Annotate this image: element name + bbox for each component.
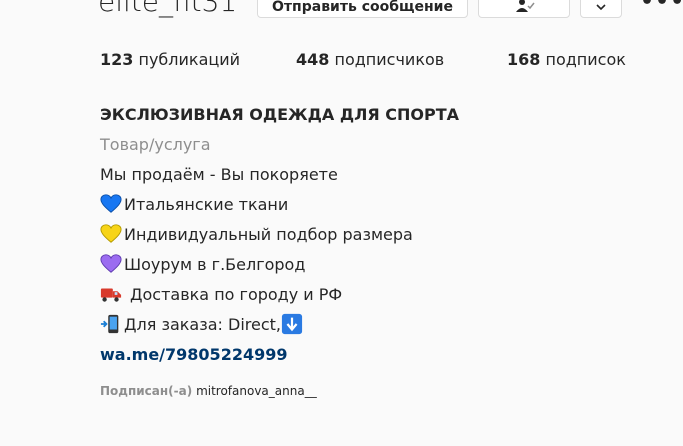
bio-link-line: wa.me/79805224999 — [100, 340, 660, 370]
bio-line-delivery: Доставка по городу и РФ — [100, 280, 660, 310]
dropdown-button[interactable] — [580, 0, 622, 18]
following-label: подписок — [540, 50, 626, 69]
profile-bio: ЭКСЛЮЗИВНАЯ ОДЕЖДА ДЛЯ СПОРТА Товар/услу… — [100, 100, 660, 370]
bio-line-order: Для заказа: Direct, — [100, 310, 660, 340]
following-stat[interactable]: 168 подписок — [507, 50, 626, 69]
bio-category: Товар/услуга — [100, 135, 211, 154]
bio-line-sizing-text: Индивидуальный подбор размера — [124, 225, 413, 244]
bio-line-sizing: Индивидуальный подбор размера — [100, 220, 660, 250]
mobile-phone-arrow-icon — [100, 314, 119, 334]
blue-heart-icon — [100, 194, 122, 213]
chevron-down-icon — [596, 1, 606, 16]
purple-heart-icon — [100, 254, 122, 273]
posts-count: 123 — [100, 50, 134, 69]
person-check-icon — [513, 0, 535, 16]
followers-label: подписчиков — [329, 50, 445, 69]
bio-name: ЭКСЛЮЗИВНАЯ ОДЕЖДА ДЛЯ СПОРТА — [100, 105, 460, 124]
down-arrow-icon — [281, 313, 303, 335]
followers-count: 448 — [296, 50, 330, 69]
bio-slogan: Мы продаём - Вы покоряете — [100, 165, 338, 184]
bio-line-order-text: Для заказа: Direct, — [124, 315, 281, 334]
posts-stat[interactable]: 123 публикаций — [100, 50, 240, 69]
followers-stat[interactable]: 448 подписчиков — [296, 50, 444, 69]
bio-website-link[interactable]: wa.me/79805224999 — [100, 345, 287, 364]
yellow-heart-icon — [100, 224, 122, 243]
send-message-button[interactable]: Отправить сообщение — [257, 0, 468, 18]
delivery-truck-icon — [100, 288, 122, 302]
bio-line-showroom: Шоурум в г.Белгород — [100, 250, 660, 280]
followed-by-label: Подписан(-а) — [100, 384, 193, 398]
bio-line-fabrics-text: Итальянские ткани — [124, 195, 289, 214]
following-count: 168 — [507, 50, 541, 69]
followed-by-user[interactable]: mitrofanova_anna__ — [196, 384, 317, 398]
profile-header: elite_fit31 Отправить сообщение ••• — [0, 0, 683, 22]
profile-stats: 123 публикаций 448 подписчиков 168 подпи… — [100, 50, 660, 74]
profile-username: elite_fit31 — [98, 0, 238, 18]
bio-line-fabrics: Итальянские ткани — [100, 190, 660, 220]
more-options-icon[interactable]: ••• — [640, 0, 683, 14]
posts-label: публикаций — [133, 50, 241, 69]
bio-line-showroom-text: Шоурум в г.Белгород — [124, 255, 306, 274]
followed-by[interactable]: Подписан(-а) mitrofanova_anna__ — [100, 384, 317, 398]
bio-line-delivery-text: Доставка по городу и РФ — [130, 285, 343, 304]
following-button[interactable] — [478, 0, 570, 18]
